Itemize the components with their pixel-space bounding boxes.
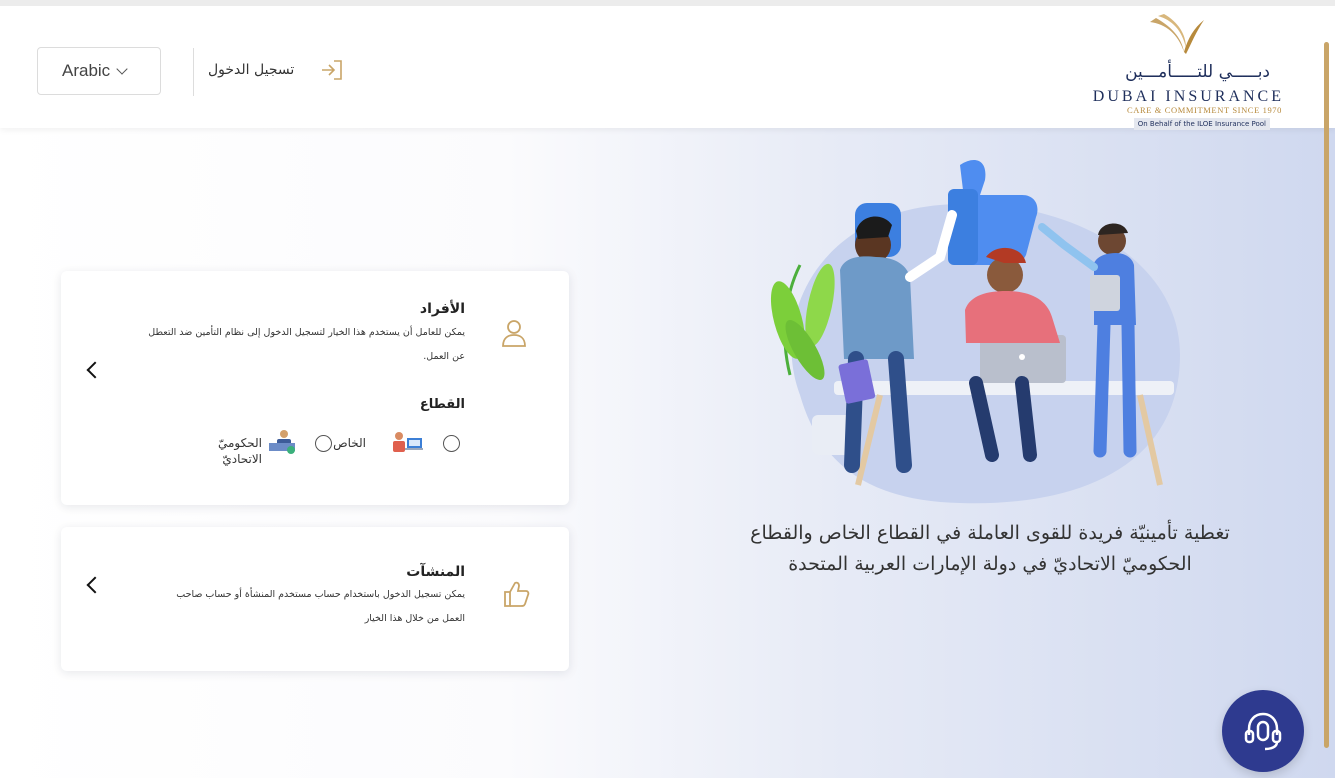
language-value: Arabic	[62, 61, 111, 80]
chevron-down-icon	[116, 62, 128, 75]
government-sector-icon	[269, 430, 295, 454]
login-link[interactable]: تسجيل الدخول	[208, 58, 344, 82]
hero-illustration	[770, 160, 1180, 504]
private-sector-icon	[393, 432, 423, 452]
private-option-label: الخاص	[333, 436, 366, 450]
logo-tagline: CARE & COMMITMENT SINCE 1970	[1126, 105, 1282, 115]
individuals-description: يمكن للعامل أن يستخدم هذا الخيار لتسجيل …	[148, 327, 465, 362]
thumbs-up-icon	[504, 581, 530, 607]
individuals-card[interactable]: الأفراد يمكن للعامل أن يستخدم هذا الخيار…	[61, 271, 569, 505]
support-chat-button[interactable]	[1222, 690, 1304, 772]
login-arrow-icon	[320, 59, 344, 81]
radio-government[interactable]	[315, 435, 332, 452]
establishments-description: يمكن تسجيل الدخول باستخدام حساب مستخدم ا…	[176, 589, 465, 624]
headset-icon	[1244, 712, 1282, 751]
individuals-title: الأفراد	[419, 301, 465, 317]
dubai-insurance-logo: دبـــــي للتـــــأمـــين DUBAI INSURANCE…	[1080, 14, 1290, 134]
radio-private[interactable]	[443, 435, 460, 452]
hero-tagline: تغطية تأمينيّة فريدة للقوى العاملة في ال…	[750, 522, 1230, 575]
establishments-title: المنشآت	[406, 564, 465, 580]
logo-english-text: DUBAI INSURANCE	[1092, 88, 1284, 105]
header-divider	[193, 48, 194, 96]
user-icon	[502, 320, 526, 347]
scrollbar-thumb[interactable]	[1324, 42, 1329, 748]
logo-bird-icon	[1150, 14, 1204, 54]
chevron-left-icon[interactable]	[86, 361, 104, 379]
language-select[interactable]: Arabic	[37, 47, 161, 95]
sector-title: القطاع	[419, 397, 465, 412]
chevron-left-icon[interactable]	[86, 576, 104, 594]
login-label: تسجيل الدخول	[208, 62, 295, 78]
logo-arabic-text: دبـــــي للتـــــأمـــين	[1125, 62, 1270, 82]
establishments-card[interactable]: المنشآت يمكن تسجيل الدخول باستخدام حساب …	[61, 527, 569, 671]
government-option-label: الحكوميّ الاتحاديّ	[218, 436, 262, 466]
logo-pool-text: On Behalf of the ILOE Insurance Pool	[1133, 118, 1270, 130]
top-bar: Arabic تسجيل الدخول دبـــــي للتـــــأمـ…	[0, 0, 1335, 130]
